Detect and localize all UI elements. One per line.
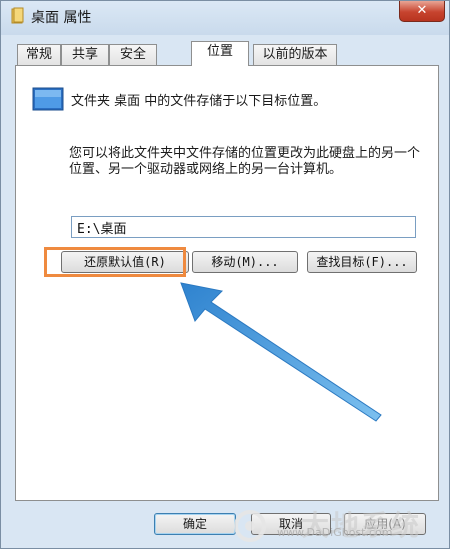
tab-security[interactable]: 安全: [109, 44, 157, 65]
tab-previous-versions[interactable]: 以前的版本: [253, 44, 337, 65]
properties-window: 桌面 属性 ✕ 常规 共享 安全 位置 以前的版本 文件夹 桌面 中的文件存储于…: [0, 0, 450, 549]
folder-icon: [11, 7, 24, 24]
ok-button[interactable]: 确定: [154, 513, 236, 535]
desktop-folder-icon: [32, 87, 64, 111]
tab-location[interactable]: 位置: [191, 41, 249, 66]
close-icon: ✕: [416, 3, 428, 18]
button-label: 确定: [182, 517, 207, 531]
tab-label: 以前的版本: [262, 47, 328, 62]
location-intro: 文件夹 桌面 中的文件存储于以下目标位置。: [71, 94, 327, 109]
location-panel: 文件夹 桌面 中的文件存储于以下目标位置。 您可以将此文件夹中文件存储的位置更改…: [15, 65, 439, 501]
watermark-logo-icon: [234, 510, 266, 542]
highlight-box: [44, 247, 186, 277]
tab-label: 位置: [206, 44, 233, 59]
watermark-url: www.DaDiGhost.com: [277, 526, 393, 539]
tab-label: 共享: [71, 47, 98, 62]
location-description: 您可以将此文件夹中文件存储的位置更改为此硬盘上的另一个位置、另一个驱动器或网络上…: [69, 146, 421, 177]
button-label: 移动(M)...: [211, 255, 279, 269]
tab-label: 常规: [25, 47, 52, 62]
path-input[interactable]: [71, 216, 416, 238]
title-bar[interactable]: 桌面 属性 ✕: [1, 1, 449, 35]
tab-general[interactable]: 常规: [17, 44, 61, 65]
window-title: 桌面 属性: [31, 10, 92, 26]
tab-sharing[interactable]: 共享: [61, 44, 109, 65]
move-button[interactable]: 移动(M)...: [192, 251, 298, 273]
close-button[interactable]: ✕: [399, 1, 445, 22]
tab-label: 安全: [119, 47, 146, 62]
button-label: 查找目标(F)...: [316, 255, 408, 269]
find-target-button[interactable]: 查找目标(F)...: [307, 251, 417, 273]
